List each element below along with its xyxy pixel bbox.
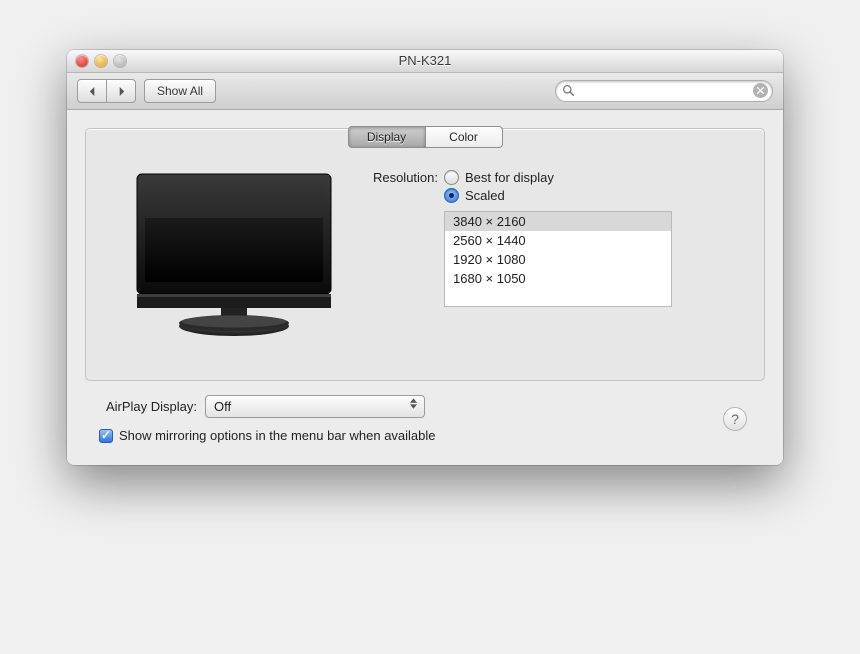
- x-icon: [757, 87, 764, 94]
- resolution-settings: Resolution: Best for display Scaled 3840…: [354, 170, 764, 340]
- show-all-button[interactable]: Show All: [144, 79, 216, 103]
- airplay-value: Off: [214, 399, 231, 414]
- clear-search-button[interactable]: [753, 83, 768, 98]
- resolution-list[interactable]: 3840 × 2160 2560 × 1440 1920 × 1080 1680…: [444, 211, 672, 307]
- back-button[interactable]: [77, 79, 107, 103]
- nav-segment: [77, 79, 136, 103]
- monitor-icon: [129, 170, 339, 340]
- airplay-label: AirPlay Display:: [85, 399, 205, 414]
- popup-stepper-icon: [406, 398, 420, 409]
- window-controls: [76, 55, 126, 67]
- help-button[interactable]: ?: [723, 407, 747, 431]
- resolution-option[interactable]: 2560 × 1440: [445, 231, 671, 250]
- scaled-text: Scaled: [465, 188, 505, 203]
- resolution-option[interactable]: 1680 × 1050: [445, 269, 671, 288]
- forward-button[interactable]: [106, 79, 136, 103]
- titlebar: PN-K321: [67, 50, 783, 73]
- mirroring-label: Show mirroring options in the menu bar w…: [119, 428, 436, 443]
- search-field-wrap: [555, 80, 773, 102]
- toolbar: Show All: [67, 73, 783, 110]
- scaled-radio[interactable]: [444, 188, 459, 203]
- close-window-button[interactable]: [76, 55, 88, 67]
- zoom-window-button[interactable]: [114, 55, 126, 67]
- search-input[interactable]: [555, 80, 773, 102]
- best-for-display-radio[interactable]: [444, 170, 459, 185]
- display-thumbnail: [114, 170, 354, 340]
- chevron-left-icon: [88, 87, 97, 96]
- airplay-popup[interactable]: Off: [205, 395, 425, 418]
- resolution-label: Resolution:: [354, 170, 444, 185]
- panel-tabs: Display Color: [348, 126, 503, 148]
- resolution-option[interactable]: 1920 × 1080: [445, 250, 671, 269]
- tab-display[interactable]: Display: [348, 126, 426, 148]
- mirroring-checkbox[interactable]: [99, 429, 113, 443]
- display-panel: Display Color: [85, 128, 765, 381]
- window-title: PN-K321: [67, 50, 783, 72]
- window-body: Display Color: [67, 110, 783, 465]
- resolution-option[interactable]: 3840 × 2160: [445, 212, 671, 231]
- tab-color[interactable]: Color: [425, 126, 503, 148]
- minimize-window-button[interactable]: [95, 55, 107, 67]
- search-icon: [562, 84, 575, 97]
- best-for-display-text: Best for display: [465, 170, 554, 185]
- chevron-right-icon: [117, 87, 126, 96]
- lower-controls: AirPlay Display: Off Show mirroring opti…: [85, 395, 765, 443]
- preferences-window: PN-K321 Show All: [67, 50, 783, 465]
